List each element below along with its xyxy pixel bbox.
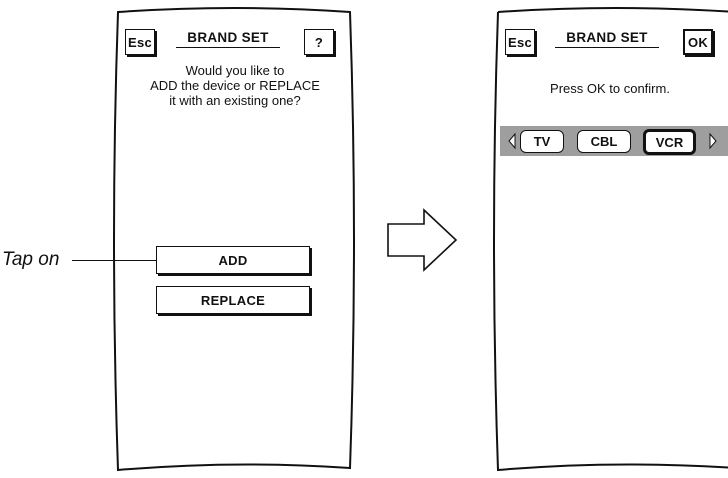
ok-button[interactable]: OK — [683, 29, 713, 55]
screen-title: BRAND SET — [176, 30, 280, 48]
replace-button[interactable]: REPLACE — [156, 286, 310, 314]
prompt-message: Would you like to ADD the device or REPL… — [130, 63, 340, 108]
illustration-outlines — [113, 7, 728, 472]
tab-tv[interactable]: TV — [520, 130, 564, 153]
help-button[interactable]: ? — [304, 29, 334, 55]
esc-button[interactable]: Esc — [125, 29, 155, 55]
prompt-line-2: ADD the device or REPLACE — [150, 78, 320, 93]
callout-leader-line — [72, 260, 157, 261]
prompt-line-1: Would you like to — [185, 63, 285, 78]
scroll-right-arrow-icon[interactable] — [707, 132, 719, 150]
screen-title-right: BRAND SET — [555, 30, 659, 48]
confirm-message: Press OK to confirm. — [550, 81, 670, 96]
esc-button-right[interactable]: Esc — [505, 29, 535, 55]
add-button[interactable]: ADD — [156, 246, 310, 274]
scroll-left-arrow-icon[interactable] — [506, 132, 518, 150]
right-arrow-icon — [387, 208, 458, 272]
prompt-line-3: it with an existing one? — [169, 93, 301, 108]
tab-vcr[interactable]: VCR — [643, 129, 696, 155]
right-screen-outline — [493, 7, 728, 472]
tab-cbl[interactable]: CBL — [577, 130, 631, 153]
tap-on-callout: Tap on — [2, 249, 60, 270]
